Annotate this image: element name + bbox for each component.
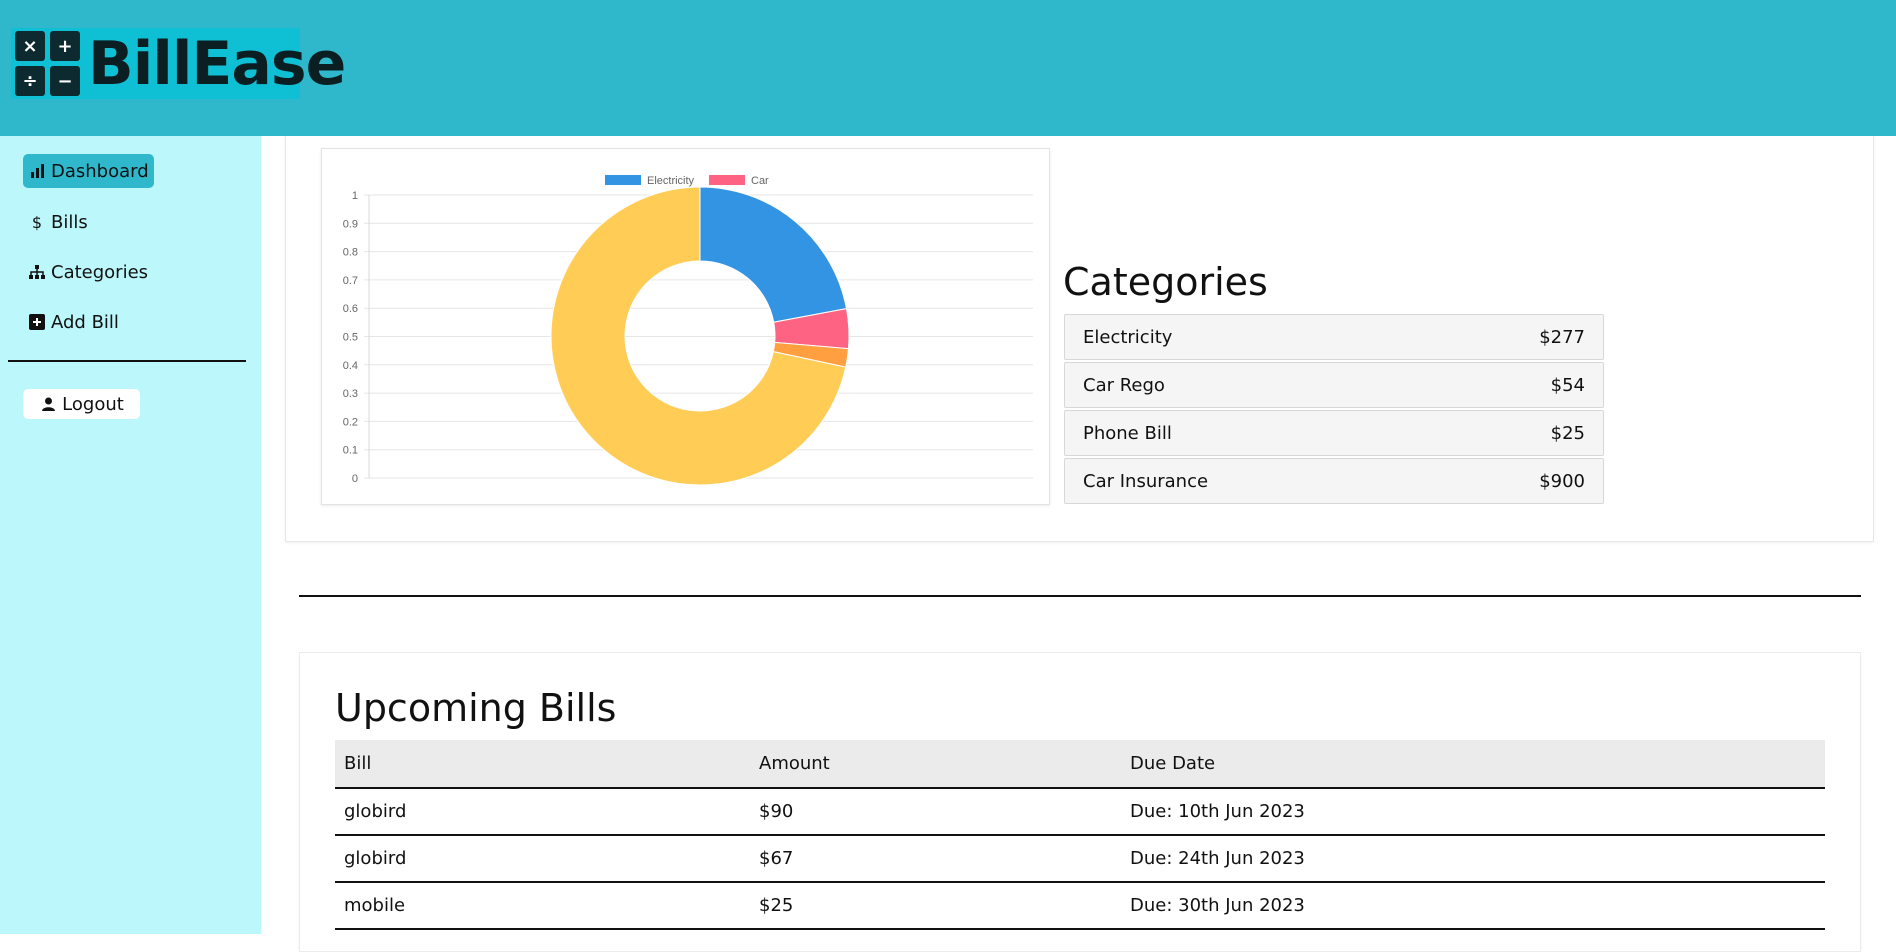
billease-logo[interactable]: × + ÷ − BillEase bbox=[11, 28, 346, 99]
legend-label: Electricity bbox=[647, 175, 695, 187]
category-name: Car Insurance bbox=[1083, 470, 1209, 492]
category-row-car-rego[interactable]: Car Rego $54 bbox=[1064, 362, 1604, 408]
category-amount: $900 bbox=[1539, 470, 1585, 492]
categories-title: Categories bbox=[1063, 260, 1268, 304]
y-tick-label: 0.2 bbox=[343, 416, 358, 428]
logo-divide-symbol: ÷ bbox=[15, 66, 45, 96]
y-tick-label: 1 bbox=[352, 190, 358, 202]
y-tick-label: 0.5 bbox=[343, 332, 358, 344]
upcoming-bills-title: Upcoming Bills bbox=[335, 686, 617, 730]
logo-text: BillEase bbox=[88, 28, 346, 99]
donut-chart: Electricity Car 1 0.9 0.8 0.7 0.6 0.5 0.4 0.3 0.2 0… bbox=[343, 175, 1033, 486]
legend-swatch bbox=[709, 175, 745, 185]
category-row-electricity[interactable]: Electricity $277 bbox=[1064, 314, 1604, 360]
sitemap-icon bbox=[28, 265, 46, 279]
header-bar: × + ÷ − BillEase bbox=[0, 0, 1896, 136]
user-icon bbox=[39, 397, 57, 411]
category-row-phone-bill[interactable]: Phone Bill $25 bbox=[1064, 410, 1604, 456]
header-due-date: Due Date bbox=[1121, 740, 1825, 789]
bill-amount: $25 bbox=[750, 882, 1121, 930]
y-tick-label: 0.4 bbox=[343, 360, 358, 372]
calculator-icon: × + ÷ − bbox=[15, 31, 80, 96]
y-tick-label: 0.8 bbox=[343, 247, 358, 259]
plus-square-icon bbox=[28, 314, 46, 330]
header-bill: Bill bbox=[335, 740, 750, 789]
y-tick-label: 0.6 bbox=[343, 303, 358, 315]
category-amount: $54 bbox=[1550, 374, 1585, 396]
category-name: Electricity bbox=[1083, 326, 1173, 348]
table-header-row: Bill Amount Due Date bbox=[335, 740, 1825, 789]
donut-slice bbox=[699, 186, 848, 323]
bill-amount: $67 bbox=[750, 835, 1121, 883]
sidebar-item-dashboard[interactable]: Dashboard bbox=[23, 154, 154, 188]
sidebar-item-add-bill[interactable]: Add Bill bbox=[23, 305, 124, 339]
sidebar-item-label: Add Bill bbox=[51, 311, 119, 333]
bill-amount: $90 bbox=[750, 788, 1121, 836]
upcoming-bills-table: Bill Amount Due Date globird $90 Due: 10… bbox=[335, 740, 1825, 930]
table-row[interactable]: globird $67 Due: 24th Jun 2023 bbox=[335, 835, 1825, 883]
y-tick-label: 0.9 bbox=[343, 218, 358, 230]
logo-minus-symbol: − bbox=[50, 66, 80, 96]
bill-due-date: Due: 24th Jun 2023 bbox=[1121, 835, 1825, 883]
y-tick-label: 0.3 bbox=[343, 388, 358, 400]
y-tick-label: 0.1 bbox=[343, 445, 358, 457]
bill-name: mobile bbox=[335, 882, 750, 930]
bill-due-date: Due: 10th Jun 2023 bbox=[1121, 788, 1825, 836]
y-tick-label: 0.7 bbox=[343, 275, 358, 287]
category-name: Car Rego bbox=[1083, 374, 1165, 396]
table-row[interactable]: globird $90 Due: 10th Jun 2023 bbox=[335, 788, 1825, 836]
header-amount: Amount bbox=[750, 740, 1121, 789]
sidebar-divider bbox=[8, 360, 246, 362]
logo-times-symbol: × bbox=[15, 31, 45, 61]
category-name: Phone Bill bbox=[1083, 422, 1172, 444]
sidebar-item-categories[interactable]: Categories bbox=[23, 255, 153, 289]
y-tick-label: 0 bbox=[352, 473, 358, 485]
bill-name: globird bbox=[335, 788, 750, 836]
bill-name: globird bbox=[335, 835, 750, 883]
bar-chart-icon bbox=[28, 164, 46, 178]
category-amount: $25 bbox=[1550, 422, 1585, 444]
legend-label: Car bbox=[751, 175, 769, 187]
sidebar-item-label: Bills bbox=[51, 211, 88, 233]
legend-swatch bbox=[605, 175, 641, 185]
dollar-icon: $ bbox=[31, 212, 43, 232]
chart-card: Electricity Car 1 0.9 0.8 0.7 0.6 0.5 0.4 0.3 0.2 0… bbox=[321, 148, 1050, 505]
table-row[interactable]: mobile $25 Due: 30th Jun 2023 bbox=[335, 882, 1825, 930]
sidebar-item-bills[interactable]: $ Bills bbox=[23, 205, 93, 239]
sidebar-item-label: Dashboard bbox=[51, 160, 149, 182]
category-amount: $277 bbox=[1539, 326, 1585, 348]
sidebar: Dashboard $ Bills Categories Add Bill Lo… bbox=[0, 136, 261, 934]
section-divider bbox=[299, 595, 1861, 597]
logout-label: Logout bbox=[62, 393, 124, 415]
sidebar-item-label: Categories bbox=[51, 261, 149, 283]
logo-plus-symbol: + bbox=[50, 31, 80, 61]
logout-button[interactable]: Logout bbox=[23, 389, 140, 419]
bill-due-date: Due: 30th Jun 2023 bbox=[1121, 882, 1825, 930]
category-row-car-insurance[interactable]: Car Insurance $900 bbox=[1064, 458, 1604, 504]
